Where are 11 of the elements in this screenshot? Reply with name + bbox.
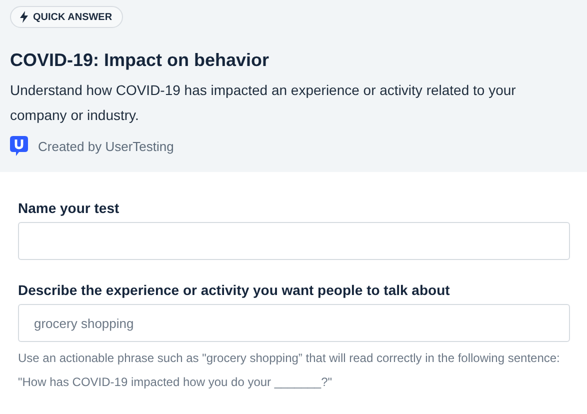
field-label: Name your test [18, 200, 120, 216]
logo-icon [10, 136, 28, 156]
creator-text: Created by UserTesting [38, 138, 174, 154]
badge-label: QUICK ANSWER [33, 12, 112, 22]
help-text: Use an actionable phrase such as "grocery shopping” that will read correctly in the following sentence: "How has COVID-19 impacted how you do your _______?" [18, 350, 561, 391]
text-field[interactable] [18, 222, 570, 260]
page-title: COVID-19: Impact on behavior [10, 50, 270, 71]
description: Understand how COVID-19 has impacted an experience or activity related to your company or industry. [10, 81, 517, 125]
field-label: Describe the experience or activity you want people to talk about [18, 282, 451, 298]
lightning-icon [20, 11, 28, 23]
text-field[interactable]: grocery shopping [18, 304, 570, 342]
